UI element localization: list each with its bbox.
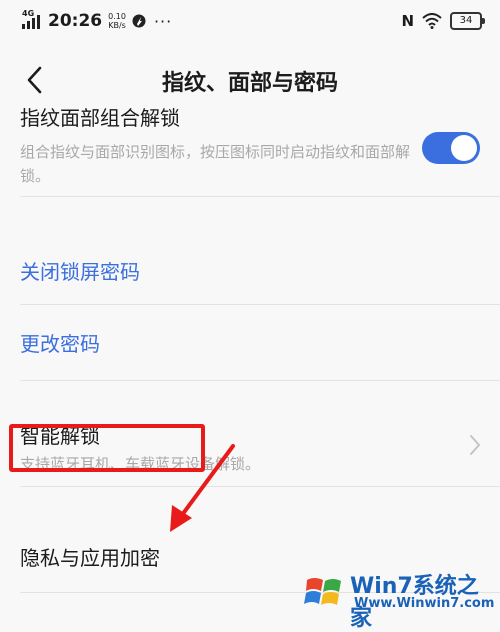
divider — [20, 380, 500, 381]
battery-icon: 34 — [450, 12, 485, 30]
combined-unlock-title: 指纹面部组合解锁 — [20, 108, 180, 130]
combined-unlock-toggle[interactable] — [422, 132, 480, 164]
windows-logo-icon — [304, 578, 341, 605]
speed-unit: KB/s — [108, 21, 126, 30]
privacy-encryption-title: 隐私与应用加密 — [20, 546, 160, 570]
title-bar: 指纹、面部与密码 — [0, 52, 500, 108]
toggle-knob — [451, 135, 477, 161]
nfc-icon: N — [401, 12, 414, 30]
clock: 20:26 — [48, 11, 103, 31]
divider — [20, 304, 500, 305]
watermark: Win7系统之家 Www.Winwin7.com — [300, 566, 500, 631]
notification-app-icon — [132, 14, 146, 28]
combined-unlock-row[interactable]: 指纹面部组合解锁 组合指纹与面部识别图标，按压图标同时启动指纹和面部解锁。 — [0, 108, 500, 208]
change-password-link[interactable]: 更改密码 — [20, 328, 100, 357]
status-bar: 4G 20:26 0.10 KB/s ··· N 34 — [0, 0, 500, 44]
combined-unlock-desc: 组合指纹与面部识别图标，按压图标同时启动指纹和面部解锁。 — [20, 143, 411, 185]
close-lock-password-row[interactable]: 关闭锁屏密码 — [0, 236, 500, 300]
divider — [20, 196, 500, 197]
watermark-url: Www.Winwin7.com — [354, 596, 495, 611]
page-title: 指纹、面部与密码 — [161, 71, 338, 96]
wifi-icon — [422, 13, 442, 29]
more-notifications-icon: ··· — [153, 11, 173, 31]
change-password-row[interactable]: 更改密码 — [0, 308, 500, 372]
signal-icon: 4G — [22, 9, 44, 32]
divider — [20, 486, 500, 487]
annotation-highlight-box — [9, 424, 205, 472]
network-speed: 0.10 KB/s — [108, 12, 126, 30]
network-type: 4G — [22, 9, 35, 18]
chevron-right-icon — [470, 435, 480, 455]
speed-value: 0.10 — [108, 12, 126, 21]
settings-list: 指纹面部组合解锁 组合指纹与面部识别图标，按压图标同时启动指纹和面部解锁。 关闭… — [0, 108, 500, 620]
close-lock-password-link[interactable]: 关闭锁屏密码 — [20, 256, 140, 285]
